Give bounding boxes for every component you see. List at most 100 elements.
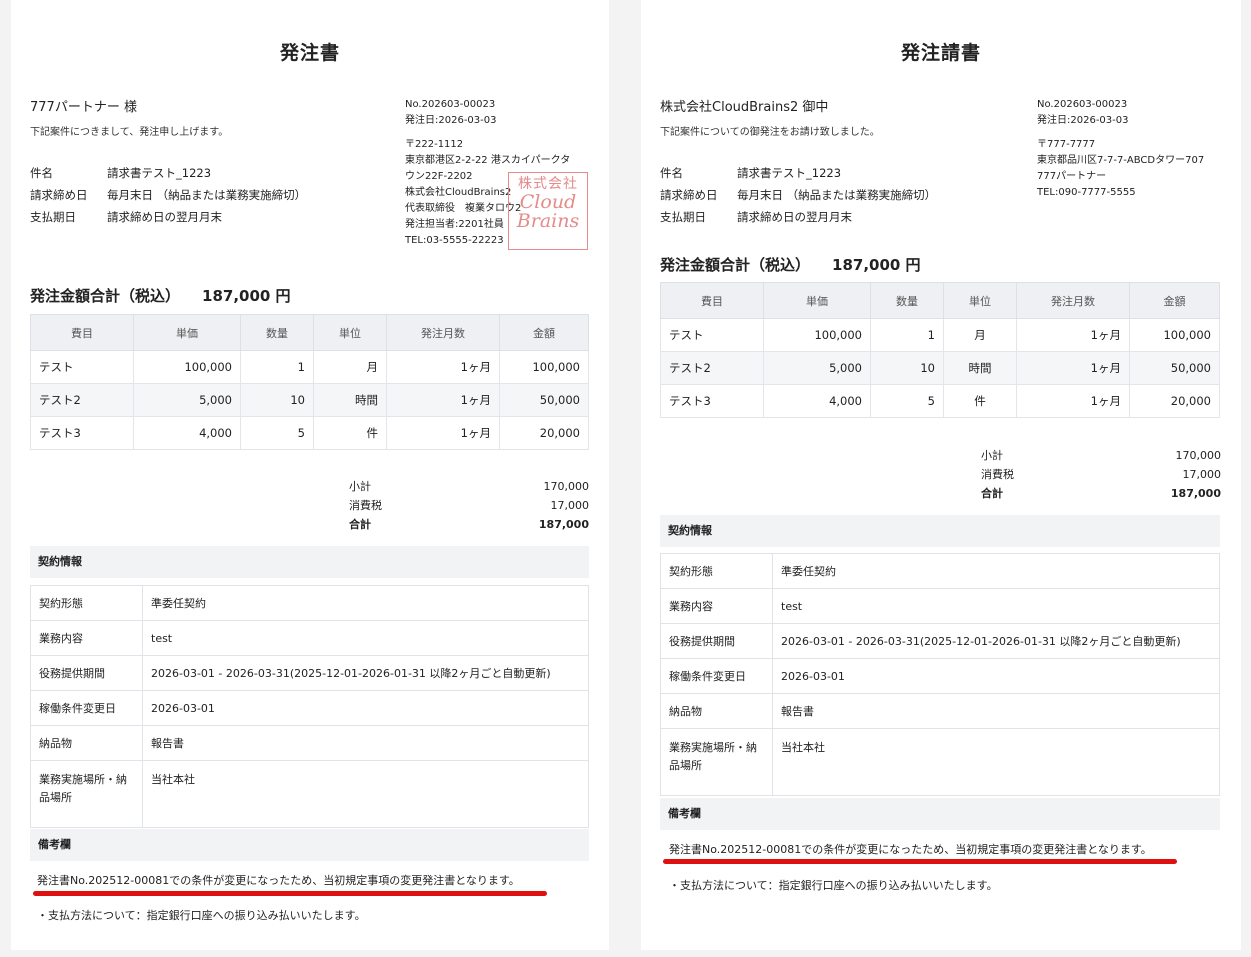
table-row: 業務実施場所・納品場所 当社本社 [660,728,1220,796]
remark-change-note: 発注書No.202512-00081での条件が変更になったため、当初規定事項の変… [669,843,1152,856]
contract-label: 業務実施場所・納品場所 [660,728,773,796]
contract-label: 契約形態 [660,553,773,589]
column-header: 単価 [133,314,241,351]
cell: 100,000 [499,350,589,384]
field-closing: 請求締め日 毎月末日 （納品または業務実施締切） [30,187,306,203]
field-label: 件名 [660,166,683,180]
contract-label: 業務内容 [30,620,143,656]
contract-value: 報告書 [142,725,589,761]
recipient: 777パートナー 様 [30,100,137,115]
table-header-row: 費目 単価 数量 単位 発注月数 金額 [660,282,1220,319]
cell: 件 [943,384,1017,418]
field-value: 請求締め日の翌月月末 [107,210,222,224]
column-header: 単位 [943,282,1017,319]
company-seal-stamp: 株式会社 Cloud Brains [508,172,588,250]
remarks-section-title: 備考欄 [660,798,1220,830]
total-label: 発注金額合計（税込） [660,256,811,274]
contract-label: 業務内容 [660,588,773,624]
contract-value: 報告書 [772,693,1220,729]
table-row: テスト3 4,000 5 件 1ヶ月 20,000 [660,384,1220,418]
table-row: テスト2 5,000 10 時間 1ヶ月 50,000 [660,351,1220,385]
cell: 5,000 [133,383,241,417]
cell: 20,000 [499,416,589,450]
column-header: 金額 [499,314,589,351]
table-row: 稼働条件変更日 2026-03-01 [30,690,589,726]
contract-value: test [142,620,589,656]
field-label: 請求締め日 [30,188,88,202]
cell: 1 [870,318,944,352]
cell: 件 [313,416,387,450]
total-amount-line: 発注金額合計（税込） 187,000 円 [660,254,921,275]
field-value: 請求書テスト_1223 [107,166,212,180]
contract-label: 業務実施場所・納品場所 [30,760,143,828]
column-header: 費目 [30,314,134,351]
field-value: 毎月末日 （納品または業務実施締切） [107,188,307,202]
contract-value: 当社本社 [142,760,589,828]
contract-value: 準委任契約 [772,553,1220,589]
cell: 50,000 [1129,351,1220,385]
cell: 1ヶ月 [1016,384,1130,418]
issuer-block: No.202603-00023 発注日:2026-03-03 〒777-7777… [1037,97,1204,201]
issuer-address-1: 東京都品川区7-7-7-ABCDタワー707 [1037,155,1205,166]
contract-label: 稼働条件変更日 [30,690,143,726]
summary-block: 小計 170,000 消費税 17,000 合計 187,000 [981,446,1221,503]
table-row: 役務提供期間 2026-03-01 - 2026-03-31(2025-12-01… [660,623,1220,659]
order-date: 発注日:2026-03-03 [405,115,497,126]
table-row: 役務提供期間 2026-03-01 - 2026-03-31(2025-12-01… [30,655,589,691]
field-label: 請求締め日 [660,188,718,202]
cell: 20,000 [1129,384,1220,418]
table-row: 契約形態 準委任契約 [30,585,589,621]
cell: 10 [870,351,944,385]
cell: 月 [313,350,387,384]
remark-payment-note: ・支払方法について：指定銀行口座への振り込み払いいたします。 [37,909,366,922]
intro-text: 下記案件についての御発注をお請け致しました。 [660,127,880,138]
contract-section-title: 契約情報 [660,515,1220,547]
cell: テスト3 [660,384,764,418]
table-row: 稼働条件変更日 2026-03-01 [660,658,1220,694]
contract-value: test [772,588,1220,624]
contract-value: 2026-03-01 - 2026-03-31(2025-12-01-2026-… [772,623,1220,659]
column-header: 費目 [660,282,764,319]
table-row: テスト 100,000 1 月 1ヶ月 100,000 [30,350,589,384]
cell: 50,000 [499,383,589,417]
field-subject: 件名 請求書テスト_1223 [30,165,211,181]
items-table: 費目 単価 数量 単位 発注月数 金額 テスト 100,000 1 月 1ヶ月 … [660,282,1220,418]
cell: 4,000 [133,416,241,450]
items-table: 費目 単価 数量 単位 発注月数 金額 テスト 100,000 1 月 1ヶ月 … [30,314,589,450]
table-row: 契約形態 準委任契約 [660,553,1220,589]
contract-label: 役務提供期間 [30,655,143,691]
column-header: 発注月数 [386,314,500,351]
intro-text: 下記案件につきまして、発注申し上げます。 [30,127,229,138]
cell: 時間 [943,351,1017,385]
column-header: 単位 [313,314,387,351]
contract-value: 2026-03-01 - 2026-03-31(2025-12-01-2026-… [142,655,589,691]
table-row: 業務内容 test [660,588,1220,624]
contract-table: 契約形態 準委任契約 業務内容 test 役務提供期間 2026-03-01 - 20… [660,553,1220,796]
contract-value: 準委任契約 [142,585,589,621]
remark-change-note: 発注書No.202512-00081での条件が変更になったため、当初規定事項の変… [37,874,520,887]
contract-value: 2026-03-01 [772,658,1220,694]
column-header: 発注月数 [1016,282,1130,319]
contract-label: 稼働条件変更日 [660,658,773,694]
table-row: 業務内容 test [30,620,589,656]
total-label: 発注金額合計（税込） [30,287,181,305]
red-underline-annotation [663,859,1177,864]
table-row: テスト3 4,000 5 件 1ヶ月 20,000 [30,416,589,450]
recipient: 株式会社CloudBrains2 御中 [660,100,829,115]
subtotal-row: 小計 170,000 [349,480,589,493]
issuer-zip: 〒222-1112 [405,139,464,150]
field-due: 支払期日 請求締め日の翌月月末 [660,209,852,225]
red-underline-annotation [33,891,547,896]
cell: 100,000 [133,350,241,384]
cell: テスト [30,350,134,384]
total-amount: 187,000 円 [832,256,921,274]
cell: 1ヶ月 [1016,318,1130,352]
field-label: 支払期日 [660,210,706,224]
cell: 5 [240,416,314,450]
column-header: 金額 [1129,282,1220,319]
page-title: 発注書 [279,42,340,64]
contract-section-title: 契約情報 [30,546,589,578]
column-header: 単価 [763,282,871,319]
issuer-tel: TEL:090-7777-5555 [1037,187,1136,198]
contract-label: 役務提供期間 [660,623,773,659]
